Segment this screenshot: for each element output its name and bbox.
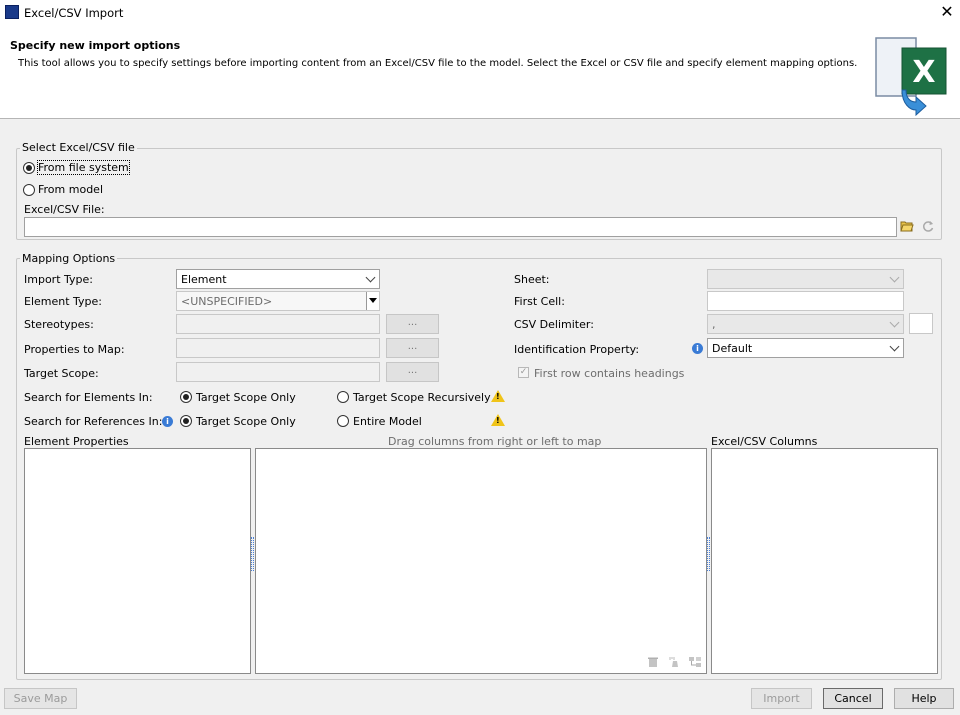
search-elements-scope-only-radio[interactable]	[180, 391, 192, 403]
save-map-button[interactable]: Save Map	[4, 688, 77, 709]
element-type-select[interactable]: <UNSPECIFIED>	[176, 291, 380, 311]
left-splitter-handle[interactable]	[251, 537, 254, 571]
app-icon	[5, 5, 19, 19]
import-type-label: Import Type:	[24, 273, 93, 286]
chevron-down-icon	[889, 317, 900, 328]
open-folder-icon[interactable]	[900, 219, 914, 233]
mapping-area[interactable]	[255, 448, 707, 674]
import-button[interactable]: Import	[751, 688, 812, 709]
element-type-label: Element Type:	[24, 295, 103, 308]
caret-down-icon	[369, 298, 377, 303]
cancel-button[interactable]: Cancel	[823, 688, 883, 709]
element-properties-list[interactable]	[24, 448, 251, 674]
target-scope-field	[176, 362, 380, 382]
chevron-down-icon	[889, 341, 900, 352]
search-elements-label: Search for Elements In:	[24, 391, 153, 404]
search-refs-scope-only-radio[interactable]	[180, 415, 192, 427]
help-button[interactable]: Help	[894, 688, 954, 709]
from-model-label[interactable]: From model	[38, 183, 103, 196]
identification-property-select[interactable]: Default	[707, 338, 904, 358]
drag-hint: Drag columns from right or left to map	[388, 435, 602, 448]
chevron-down-icon	[889, 272, 900, 283]
properties-browse-button[interactable]: ...	[386, 338, 439, 358]
auto-map-icon[interactable]	[668, 656, 681, 668]
excel-columns-list[interactable]	[711, 448, 938, 674]
info-icon[interactable]: i	[162, 416, 173, 427]
excel-columns-title: Excel/CSV Columns	[711, 435, 818, 448]
sheet-select[interactable]	[707, 269, 904, 289]
file-select-legend: Select Excel/CSV file	[20, 141, 137, 154]
first-row-headings-label[interactable]: First row contains headings	[534, 367, 684, 380]
identification-property-value: Default	[712, 342, 753, 355]
stereotypes-field	[176, 314, 380, 334]
properties-to-map-label: Properties to Map:	[24, 343, 125, 356]
window-title: Excel/CSV Import	[24, 6, 124, 20]
header-title: Specify new import options	[10, 39, 181, 52]
close-icon[interactable]: ✕	[938, 3, 956, 21]
first-cell-label: First Cell:	[514, 295, 565, 308]
from-model-radio[interactable]	[23, 184, 35, 196]
search-refs-entire-model-label[interactable]: Entire Model	[353, 415, 422, 428]
first-row-headings-checkbox[interactable]: ✓	[518, 367, 529, 378]
target-scope-browse-button[interactable]: ...	[386, 362, 439, 382]
element-type-value: <UNSPECIFIED>	[181, 295, 273, 308]
header-description: This tool allows you to specify settings…	[18, 58, 858, 69]
search-elements-scope-only-label[interactable]: Target Scope Only	[196, 391, 296, 404]
mapping-tree-icon[interactable]	[688, 656, 702, 668]
import-type-value: Element	[181, 273, 227, 286]
stereotypes-label: Stereotypes:	[24, 318, 94, 331]
warning-icon: !	[491, 390, 505, 402]
excel-file-label: Excel/CSV File:	[24, 203, 105, 216]
excel-import-icon: X	[875, 37, 947, 116]
info-icon[interactable]: i	[692, 343, 703, 354]
trash-icon[interactable]	[647, 656, 659, 668]
csv-delimiter-custom-input[interactable]	[909, 313, 933, 334]
element-type-dropdown-button[interactable]	[366, 292, 379, 310]
right-splitter-handle[interactable]	[707, 537, 710, 571]
search-refs-label: Search for References In:	[24, 415, 163, 428]
csv-delimiter-select[interactable]: ,	[707, 314, 904, 334]
sheet-label: Sheet:	[514, 273, 550, 286]
search-refs-entire-model-radio[interactable]	[337, 415, 349, 427]
properties-to-map-field	[176, 338, 380, 358]
target-scope-label: Target Scope:	[24, 367, 99, 380]
refresh-icon[interactable]	[921, 219, 935, 233]
from-file-system-label[interactable]: From file system	[37, 160, 130, 175]
excel-file-input[interactable]	[24, 217, 897, 237]
warning-icon: !	[491, 414, 505, 426]
csv-delimiter-value: ,	[712, 318, 716, 331]
search-refs-scope-only-label[interactable]: Target Scope Only	[196, 415, 296, 428]
identification-property-label: Identification Property:	[514, 343, 640, 356]
stereotypes-browse-button[interactable]: ...	[386, 314, 439, 334]
import-type-select[interactable]: Element	[176, 269, 380, 289]
svg-text:X: X	[912, 55, 935, 90]
title-bar	[0, 0, 960, 26]
first-cell-input[interactable]	[707, 291, 904, 311]
mapping-options-legend: Mapping Options	[20, 252, 118, 265]
chevron-down-icon	[365, 272, 376, 283]
csv-delimiter-label: CSV Delimiter:	[514, 318, 594, 331]
search-elements-recursive-radio[interactable]	[337, 391, 349, 403]
search-elements-recursive-label[interactable]: Target Scope Recursively	[353, 391, 491, 404]
from-file-system-radio[interactable]	[23, 162, 35, 174]
element-properties-title: Element Properties	[24, 435, 129, 448]
